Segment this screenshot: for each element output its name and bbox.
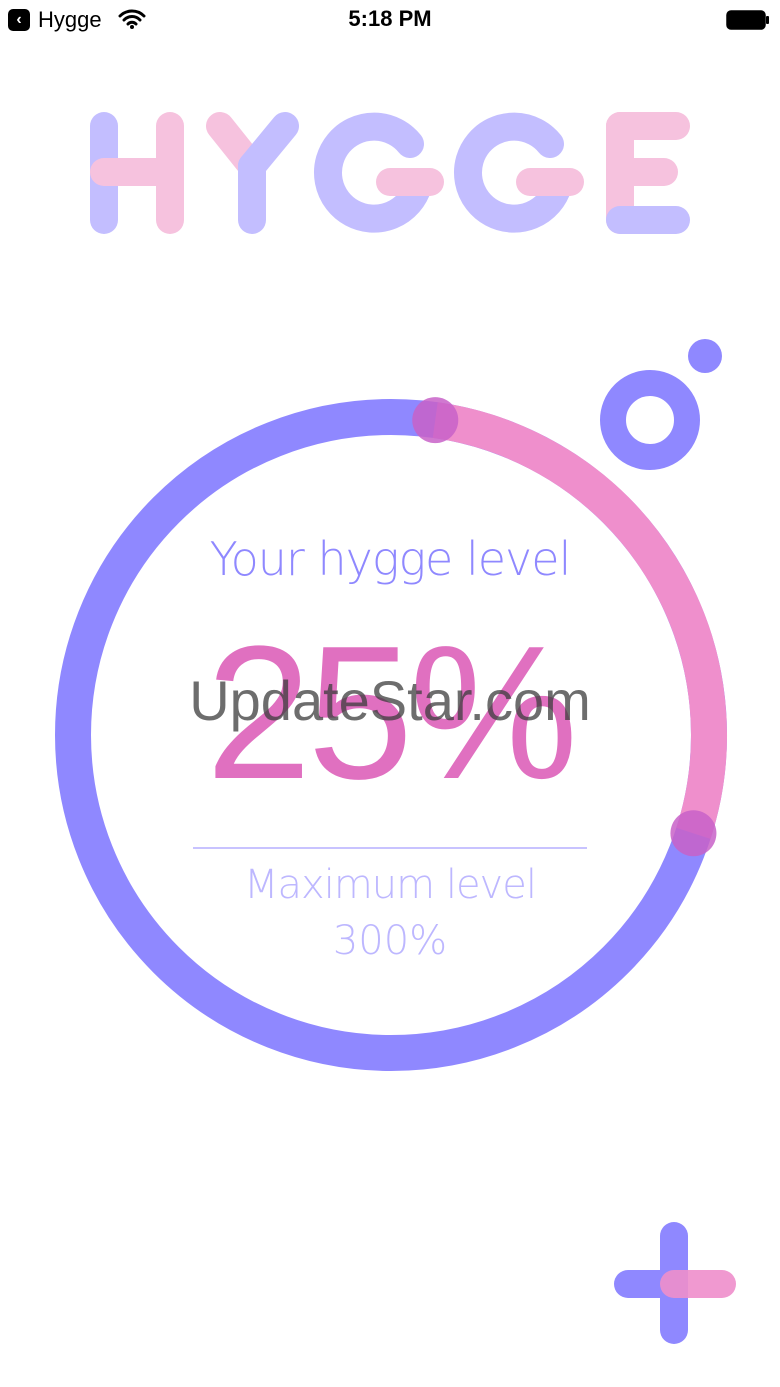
max-level-value: 300%: [332, 918, 448, 964]
hygge-level-caption: Your hygge level: [209, 532, 572, 586]
plus-icon: [614, 1222, 736, 1344]
status-bar: ‹ Hygge 5:18 PM: [0, 0, 780, 40]
watermark: UpdateStar.com: [189, 669, 591, 732]
app-logo: [90, 112, 690, 234]
dot-decoration-icon: [688, 339, 722, 373]
gauge-end-knob: [670, 810, 717, 857]
ring-decoration-icon: [600, 370, 700, 470]
gauge-start-knob: [412, 397, 459, 444]
gauge-divider: [193, 847, 587, 849]
battery-icon: [726, 10, 769, 30]
status-time: 5:18 PM: [348, 6, 432, 31]
max-level-label: Maximum level: [244, 862, 537, 908]
add-button[interactable]: [612, 1222, 738, 1344]
